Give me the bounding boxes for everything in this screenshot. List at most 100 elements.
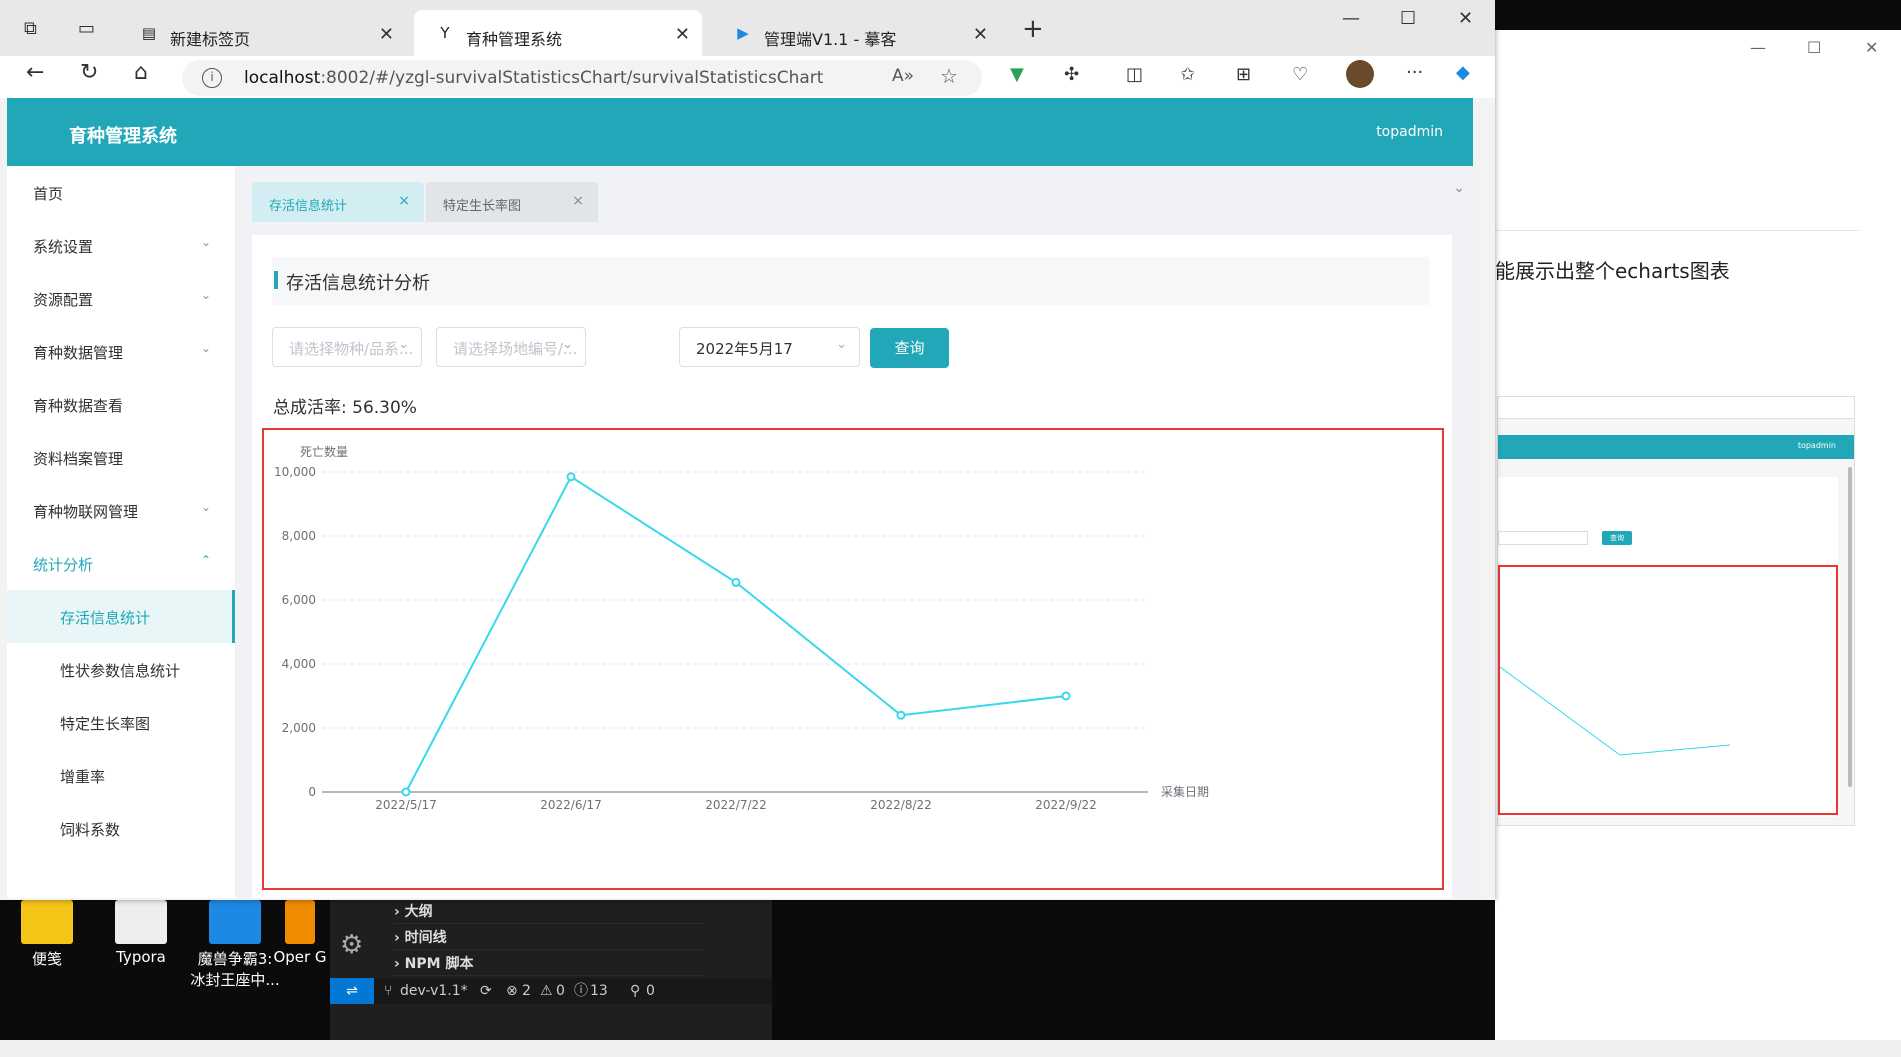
sidebar-item-label: 资源配置	[33, 291, 94, 309]
ports-count[interactable]: 0	[646, 978, 655, 1004]
x-axis-label: 采集日期	[1161, 784, 1209, 799]
tab-label: 育种管理系统	[466, 30, 563, 49]
species-select[interactable]: 请选择物种/品系... ⌄	[272, 327, 422, 367]
url-host: localhost	[244, 68, 321, 88]
sidebar-item-home[interactable]: 首页	[7, 166, 235, 219]
y-tick-label: 0	[308, 785, 316, 799]
sidebar-item-growth-rate[interactable]: 特定生长率图	[7, 696, 235, 749]
tag-survival-stats[interactable]: 存活信息统计 ×	[252, 182, 424, 222]
vue-devtools-icon[interactable]: ▼	[1010, 64, 1024, 85]
close-icon[interactable]: ×	[398, 193, 410, 209]
sidebar-item-breeding-data-view[interactable]: 育种数据查看	[7, 378, 235, 431]
remote-icon[interactable]: ⇌	[330, 978, 374, 1004]
warning-icon: ⚠	[540, 983, 553, 999]
sidebar-item-resource-config[interactable]: 资源配置 ⌄	[7, 272, 235, 325]
workspaces-icon[interactable]: ⧉	[24, 18, 37, 39]
screenshot-thumbnail: topadmin 查询	[1497, 396, 1855, 826]
warning-count[interactable]: 0	[556, 978, 565, 1004]
line-chart: 0 2,000 4,000 6,000 8,000 10,000 2022/5/17 2022…	[274, 444, 1209, 812]
sidebar-item-feed-coefficient[interactable]: 饲料系数	[7, 802, 235, 855]
sidebar-item-weight-gain[interactable]: 增重率	[7, 749, 235, 802]
sidebar-item-statistics[interactable]: 统计分析 ⌃	[7, 537, 235, 590]
vscode-window: › 大纲 › 时间线 › NPM 脚本	[330, 900, 772, 1040]
minimize-icon[interactable]: —	[1342, 8, 1360, 29]
sidebar-item-archive-manage[interactable]: 资料档案管理	[7, 431, 235, 484]
y-axis-label: 死亡数量	[300, 444, 348, 459]
data-point	[1061, 691, 1071, 701]
profile-avatar[interactable]	[1346, 60, 1374, 88]
url-text[interactable]: localhost:8002/#/yzgl-survivalStatistics…	[244, 68, 823, 88]
sync-icon[interactable]: ⟳	[480, 978, 492, 1004]
desktop-icon-warcraft[interactable]: 魔兽争霸3: 冰封王座中...	[190, 900, 280, 990]
document-titlebar: — ☐ ✕	[1495, 30, 1901, 70]
collections-icon[interactable]: ⊞	[1236, 64, 1251, 85]
outline-section[interactable]: › 大纲	[394, 900, 704, 924]
error-count[interactable]: 2	[522, 978, 531, 1004]
new-tab-page-icon: ▤	[141, 24, 157, 42]
close-icon[interactable]: ×	[572, 193, 584, 209]
user-menu[interactable]: topadmin	[1376, 124, 1443, 140]
sidebar-item-label: 饲料系数	[60, 821, 121, 839]
tab-actions-icon[interactable]: ▭	[78, 18, 95, 39]
desktop-icon-typora[interactable]: Typora	[96, 900, 186, 966]
data-point	[566, 472, 576, 482]
site-select[interactable]: 请选择场地编号/... ⌄	[436, 327, 586, 367]
back-icon[interactable]: ←	[26, 60, 44, 85]
favorites-icon[interactable]: ✩	[1180, 64, 1195, 85]
browser-tab-new[interactable]: ▤ 新建标签页 ✕	[118, 10, 406, 56]
y-tick-label: 8,000	[282, 529, 316, 543]
title-accent	[274, 271, 278, 289]
sidebar-item-system-settings[interactable]: 系统设置 ⌄	[7, 219, 235, 272]
close-window-icon[interactable]: ✕	[1458, 8, 1473, 29]
card-title-bar: 存活信息统计分析	[272, 257, 1429, 305]
desktop-icon-open[interactable]: Oper G	[270, 900, 330, 966]
gear-icon[interactable]: ⚙	[340, 930, 363, 960]
branch-name[interactable]: dev-v1.1*	[400, 978, 468, 1004]
maximize-icon[interactable]: ☐	[1400, 8, 1416, 29]
y-tick-label: 10,000	[274, 465, 316, 479]
x-tick-label: 2022/9/22	[1035, 798, 1097, 812]
data-point	[401, 787, 411, 797]
copilot-icon[interactable]: ◆	[1456, 62, 1470, 83]
split-screen-icon[interactable]: ◫	[1126, 64, 1143, 85]
tab-label: 新建标签页	[170, 30, 251, 49]
close-icon[interactable]: ✕	[1865, 38, 1878, 57]
address-bar[interactable]: i localhost:8002/#/yzgl-survivalStatisti…	[182, 60, 982, 96]
close-tab-icon[interactable]: ✕	[973, 24, 988, 45]
sidebar-item-survival-stats[interactable]: 存活信息统计	[7, 590, 235, 643]
sidebar-item-iot-manage[interactable]: 育种物联网管理 ⌄	[7, 484, 235, 537]
browser-essentials-icon[interactable]: ♡	[1292, 64, 1308, 85]
browser-tabstrip: ⧉ ▭ ▤ 新建标签页 ✕ Y 育种管理系统 ✕ ▶ 管理端V1.1 - 摹客 …	[0, 0, 1495, 56]
more-options-icon[interactable]: ···	[1406, 62, 1423, 83]
chevron-down-icon[interactable]: ⌄	[1453, 180, 1465, 196]
maximize-icon[interactable]: ☐	[1807, 38, 1821, 57]
taskbar	[0, 1040, 1901, 1057]
npm-scripts-section[interactable]: › NPM 脚本	[394, 952, 704, 976]
new-tab-button[interactable]: +	[1022, 14, 1044, 44]
x-tick-label: 2022/7/22	[705, 798, 767, 812]
sidebar-item-label: 增重率	[60, 768, 106, 786]
extensions-icon[interactable]: ✣	[1064, 64, 1079, 85]
date-select[interactable]: 2022年5月17 ⌄	[679, 327, 860, 367]
reload-icon[interactable]: ↻	[80, 60, 98, 85]
close-tab-icon[interactable]: ✕	[379, 24, 394, 45]
sidebar-item-trait-stats[interactable]: 性状参数信息统计	[7, 643, 235, 696]
query-button[interactable]: 查询	[870, 328, 949, 368]
desktop-icon-notes[interactable]: 便笺	[2, 900, 92, 969]
sidebar-item-label: 统计分析	[33, 556, 94, 574]
read-aloud-icon[interactable]: A»	[892, 66, 914, 86]
browser-tab-app[interactable]: Y 育种管理系统 ✕	[414, 10, 702, 56]
timeline-section[interactable]: › 时间线	[394, 926, 704, 950]
info-count[interactable]: 13	[590, 978, 608, 1004]
tag-growth-rate[interactable]: 特定生长率图 ×	[426, 182, 598, 222]
warcraft-icon	[209, 900, 261, 944]
browser-tab-mockplus[interactable]: ▶ 管理端V1.1 - 摹客 ✕	[712, 10, 1000, 56]
info-icon[interactable]: i	[202, 68, 222, 88]
favorite-star-icon[interactable]: ☆	[940, 64, 958, 88]
sidebar-item-label: 育种数据查看	[33, 397, 124, 415]
rate-label: 总成活率:	[273, 398, 347, 418]
minimize-icon[interactable]: —	[1750, 38, 1766, 57]
home-icon[interactable]: ⌂	[134, 60, 148, 85]
close-tab-icon[interactable]: ✕	[675, 24, 690, 45]
sidebar-item-breeding-data-manage[interactable]: 育种数据管理 ⌄	[7, 325, 235, 378]
